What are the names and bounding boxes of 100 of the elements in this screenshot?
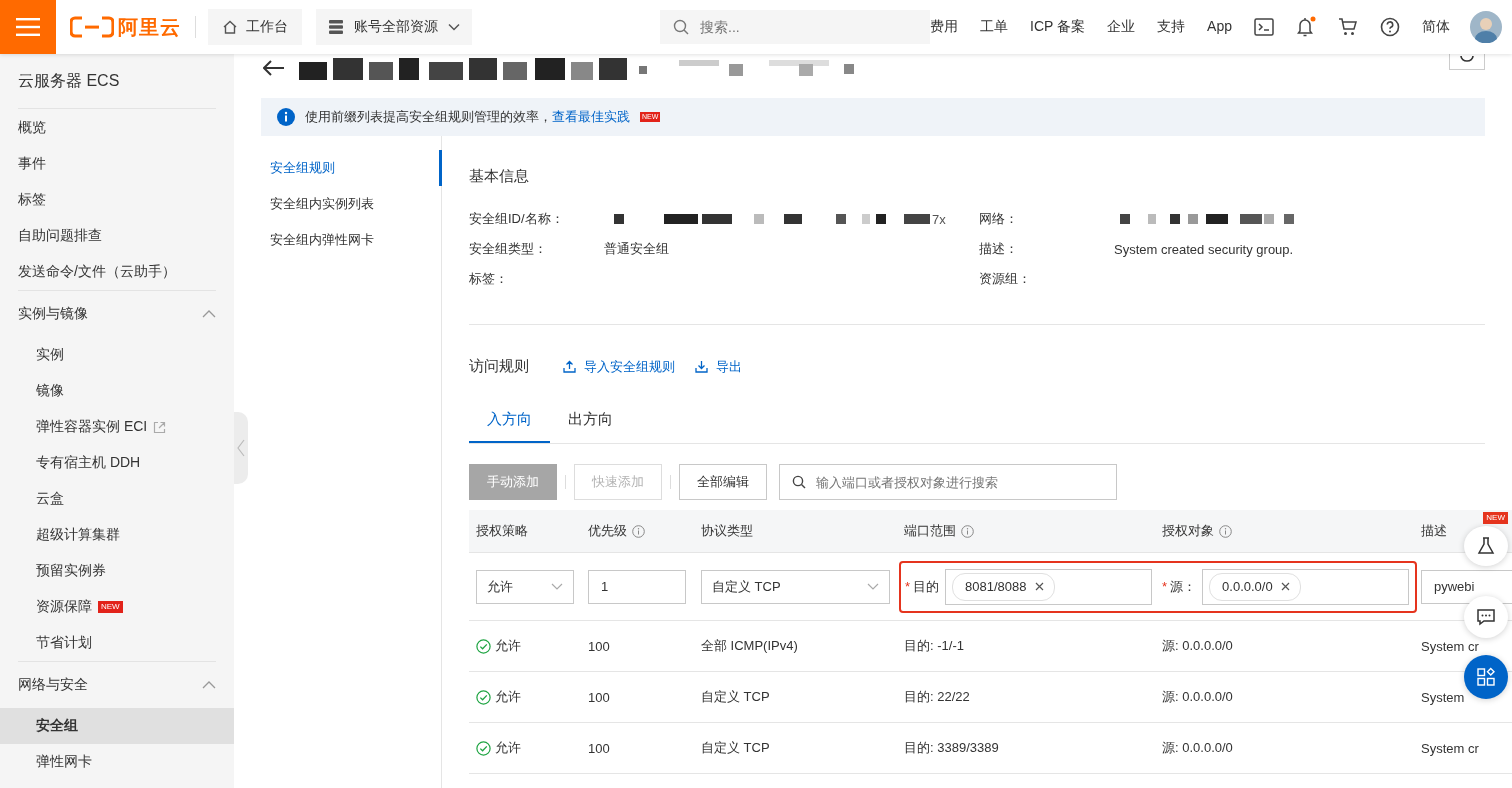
port-tag: 8081/8088 [952,572,1055,601]
table-cell: 源: 0.0.0.0/0 [1162,739,1233,757]
chevron-up-icon[interactable] [202,310,216,318]
top-nav-link[interactable]: ICP 备案 [1030,18,1086,36]
export-link[interactable]: 导出 [695,357,742,376]
priority-input[interactable]: 1 [588,569,686,604]
resource-dropdown[interactable]: 账号全部资源 [316,9,472,45]
new-badge: NEW [1483,512,1508,524]
section-title: 访问规则 [469,357,529,376]
sidebar-item[interactable]: 发送命令/文件（云助手） [0,254,234,290]
sidebar-item[interactable]: 资源保障 NEW [0,589,234,625]
top-nav-link[interactable]: 企业 [1107,18,1136,36]
field-label: 安全组ID/名称： [469,210,565,228]
refresh-button[interactable] [1449,54,1485,70]
subnav-item[interactable]: 安全组内弹性网卡 [261,222,442,258]
section-title: 基本信息 [469,167,530,186]
protocol-select[interactable]: 自定义 TCP [701,569,890,604]
field-value: 普通安全组 [604,240,669,258]
download-icon [695,360,708,373]
sidebar-item[interactable]: 云盒 [0,481,234,517]
help-icon[interactable] [1380,17,1400,37]
table-cell: 源: 0.0.0.0/0 [1162,688,1233,706]
field-label: 标签： [469,270,509,288]
best-practice-link[interactable]: 查看最佳实践 [552,109,630,124]
sidebar-item[interactable]: 超级计算集群 [0,517,234,553]
table-cell: 自定义 TCP [701,688,770,706]
close-icon[interactable] [1034,582,1044,591]
column-title: 优先级 [588,522,627,540]
menu-button[interactable] [0,0,56,54]
sidebar-item[interactable]: 概览 [0,110,234,146]
logo-text: 阿里云 [118,14,181,40]
column-title: 描述 [1421,522,1447,540]
search-icon [673,19,689,35]
rule-search-field[interactable]: 输入端口或者授权对象进行搜索 [779,464,1117,500]
table-cell: 100 [588,689,610,705]
sidebar-item[interactable]: 弹性网卡 [0,744,234,780]
table-cell: 源: 0.0.0.0/0 [1162,637,1233,655]
sidebar-item-label: 超级计算集群 [36,526,120,544]
field-label: 安全组类型： [469,240,548,258]
back-arrow-icon[interactable] [263,60,285,76]
sidebar-item[interactable]: 标签 [0,182,234,218]
top-nav-link[interactable]: 工单 [980,18,1009,36]
top-nav-link[interactable]: App [1207,18,1232,36]
chevron-up-icon[interactable] [202,681,216,689]
collapse-handle[interactable] [234,412,248,484]
port-tag-input[interactable]: 8081/8088 [945,568,1152,605]
sidebar-item[interactable]: 镜像 [0,373,234,409]
bell-icon[interactable] [1296,16,1316,38]
cart-icon[interactable] [1338,17,1358,37]
sidebar-item[interactable]: 预留实例券 [0,553,234,589]
language-label[interactable]: 简体 [1422,18,1450,36]
direction-tab[interactable]: 出方向 [550,400,631,443]
sidebar-item-label: 资源保障 [36,598,92,616]
source-tag-input[interactable]: 0.0.0.0/0 [1202,568,1409,605]
column-title: 授权对象 [1162,522,1214,540]
sidebar-item[interactable]: 专有宿主机 DDH [0,445,234,481]
sidebar-item-label: 安全组 [36,717,78,735]
sidebar-item[interactable]: 节省计划 [0,625,234,661]
avatar-icon[interactable] [1470,11,1502,43]
field-value: 7x [932,211,946,227]
sidebar-item-label: 专有宿主机 DDH [36,454,141,472]
sidebar-item[interactable]: 事件 [0,146,234,182]
table-cell: System cr [1421,740,1479,756]
check-circle-icon [476,638,491,654]
workbench-button[interactable]: 工作台 [208,9,302,45]
home-icon [222,19,238,35]
new-badge: NEW [98,601,123,613]
search-icon [792,475,806,489]
table-cell: System cr [1421,638,1479,654]
column-title: 协议类型 [701,522,753,540]
sidebar-item[interactable]: 弹性容器实例 ECI [0,409,234,445]
check-circle-icon [476,689,491,705]
lab-button[interactable] [1464,526,1508,566]
table-cell: 100 [588,638,610,654]
info-icon [277,108,295,126]
policy-select[interactable]: 允许 [476,569,574,604]
top-nav-link[interactable]: 费用 [930,18,959,36]
field-label: 描述： [979,240,1019,258]
top-nav-link[interactable]: 支持 [1157,18,1186,36]
direction-tab[interactable]: 入方向 [469,400,550,443]
terminal-icon[interactable] [1254,18,1274,36]
table-cell: System [1421,689,1465,705]
apps-button[interactable] [1464,655,1508,699]
toolbar-button[interactable]: 全部编辑 [679,464,767,500]
subnav-item[interactable]: 安全组内实例列表 [261,186,442,222]
import-link[interactable]: 导入安全组规则 [563,357,675,376]
chat-button[interactable] [1464,596,1508,638]
description-input[interactable]: pywebi [1421,569,1512,604]
sidebar-item[interactable]: 安全组 [0,708,234,744]
close-icon[interactable] [1280,582,1290,591]
table-cell: 允许 [495,688,521,706]
sidebar-item-label: 节省计划 [36,634,92,652]
field-label: 网络： [979,210,1019,228]
sidebar-group-title: 网络与安全 [18,676,88,694]
subnav-item[interactable]: 安全组规则 [261,150,442,186]
required-mark: * [905,579,911,594]
sidebar-item[interactable]: 实例 [0,337,234,373]
sidebar-item[interactable]: 自助问题排查 [0,218,234,254]
search-field[interactable]: 搜索... [660,10,930,44]
refresh-icon [1460,55,1474,65]
